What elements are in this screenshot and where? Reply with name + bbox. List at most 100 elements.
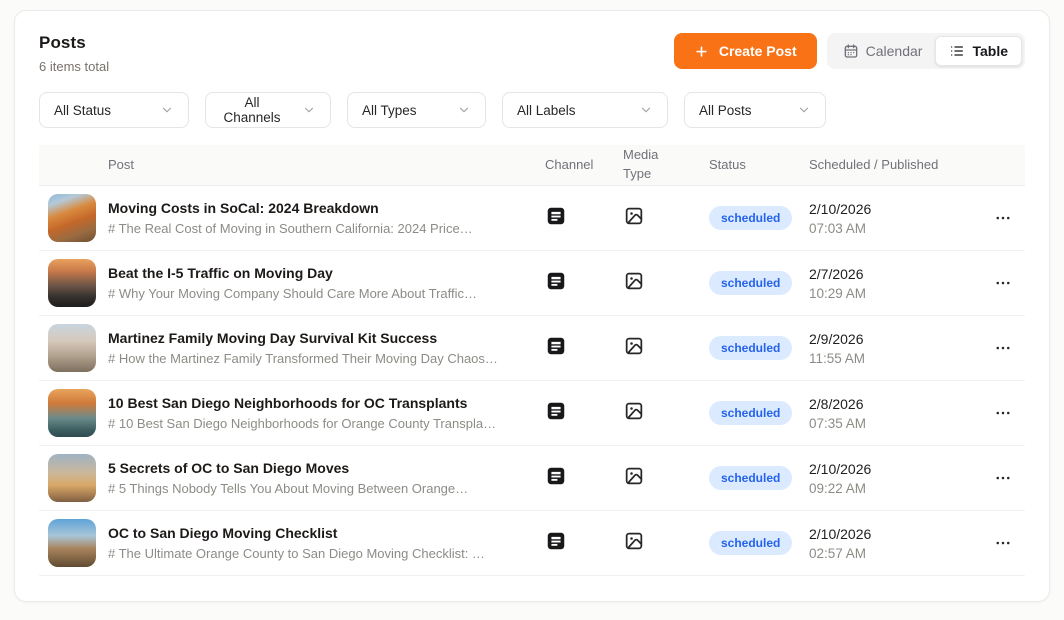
media-type-cell [623, 335, 709, 362]
filter-channels-label: All Channels [220, 95, 284, 125]
status-cell: scheduled [709, 466, 809, 490]
post-title: Moving Costs in SoCal: 2024 Breakdown [108, 200, 473, 216]
chevron-down-icon [457, 103, 471, 117]
column-header-scheduled: Scheduled / Published [809, 156, 981, 175]
media-type-cell [623, 530, 709, 557]
create-post-button[interactable]: Create Post [674, 33, 817, 69]
image-icon [623, 400, 645, 422]
post-subtitle: # The Real Cost of Moving in Southern Ca… [108, 221, 473, 236]
calendar-label: Calendar [866, 43, 923, 59]
post-cell: 10 Best San Diego Neighborhoods for OC T… [39, 381, 545, 445]
coastal-sunset-thumbnail [48, 389, 96, 437]
scheduled-cell: 2/10/2026 02:57 AM [809, 526, 981, 561]
scheduled-date: 2/8/2026 [809, 396, 981, 412]
scheduled-time: 09:22 AM [809, 481, 981, 496]
post-title: 5 Secrets of OC to San Diego Moves [108, 460, 468, 476]
table-row[interactable]: 10 Best San Diego Neighborhoods for OC T… [39, 381, 1025, 446]
post-cell: Martinez Family Moving Day Survival Kit … [39, 316, 545, 380]
title-block: Posts 6 items total [39, 33, 109, 74]
filter-posts[interactable]: All Posts [684, 92, 826, 128]
panel-header: Posts 6 items total Create Post Calendar [39, 33, 1025, 74]
row-menu-button[interactable] [988, 463, 1018, 493]
post-title: Martinez Family Moving Day Survival Kit … [108, 330, 498, 346]
calendar-view-button[interactable]: Calendar [830, 36, 936, 66]
channel-cell [545, 205, 623, 232]
beach-sunset-thumbnail [48, 454, 96, 502]
coastal-highway-thumbnail [48, 519, 96, 567]
actions-cell [981, 528, 1025, 558]
filter-channels[interactable]: All Channels [205, 92, 331, 128]
scheduled-cell: 2/10/2026 07:03 AM [809, 201, 981, 236]
highway-dusk-thumbnail [48, 259, 96, 307]
filter-status[interactable]: All Status [39, 92, 189, 128]
channel-cell [545, 465, 623, 492]
channel-cell [545, 400, 623, 427]
post-text: Martinez Family Moving Day Survival Kit … [108, 330, 498, 366]
media-type-cell [623, 465, 709, 492]
status-badge: scheduled [709, 206, 792, 230]
post-subtitle: # The Ultimate Orange County to San Dieg… [108, 546, 485, 561]
row-menu-button[interactable] [988, 333, 1018, 363]
post-subtitle: # 10 Best San Diego Neighborhoods for Or… [108, 416, 496, 431]
posts-table: Post Channel Media Type Status Scheduled… [39, 145, 1025, 576]
image-icon [623, 270, 645, 292]
actions-cell [981, 398, 1025, 428]
plus-icon [694, 44, 709, 59]
posts-panel: Posts 6 items total Create Post Calendar [14, 10, 1050, 602]
post-text: 10 Best San Diego Neighborhoods for OC T… [108, 395, 496, 431]
post-title: Beat the I-5 Traffic on Moving Day [108, 265, 477, 281]
row-menu-button[interactable] [988, 398, 1018, 428]
actions-cell [981, 268, 1025, 298]
table-row[interactable]: Moving Costs in SoCal: 2024 Breakdown # … [39, 186, 1025, 251]
filter-labels[interactable]: All Labels [502, 92, 668, 128]
chevron-down-icon [639, 103, 653, 117]
table-row[interactable]: Beat the I-5 Traffic on Moving Day # Why… [39, 251, 1025, 316]
scheduled-time: 07:35 AM [809, 416, 981, 431]
scheduled-cell: 2/7/2026 10:29 AM [809, 266, 981, 301]
table-header-row: Post Channel Media Type Status Scheduled… [39, 145, 1025, 186]
channel-cell [545, 335, 623, 362]
scheduled-date: 2/10/2026 [809, 201, 981, 217]
filter-types[interactable]: All Types [347, 92, 486, 128]
filters-bar: All Status All Channels All Types All La… [39, 92, 1025, 128]
post-text: 5 Secrets of OC to San Diego Moves # 5 T… [108, 460, 468, 496]
status-cell: scheduled [709, 271, 809, 295]
ellipsis-icon [994, 469, 1012, 487]
table-row[interactable]: OC to San Diego Moving Checklist # The U… [39, 511, 1025, 576]
article-icon [545, 465, 567, 487]
row-menu-button[interactable] [988, 203, 1018, 233]
row-menu-button[interactable] [988, 528, 1018, 558]
row-menu-button[interactable] [988, 268, 1018, 298]
filter-types-label: All Types [362, 103, 417, 118]
table-row[interactable]: 5 Secrets of OC to San Diego Moves # 5 T… [39, 446, 1025, 511]
view-toggle: Calendar Table [827, 33, 1025, 69]
filter-labels-label: All Labels [517, 103, 576, 118]
scheduled-cell: 2/8/2026 07:35 AM [809, 396, 981, 431]
items-count: 6 items total [39, 59, 109, 74]
family-street-thumbnail [48, 324, 96, 372]
post-cell: Beat the I-5 Traffic on Moving Day # Why… [39, 251, 545, 315]
scheduled-time: 02:57 AM [809, 546, 981, 561]
channel-cell [545, 530, 623, 557]
column-header-post: Post [39, 156, 545, 175]
scheduled-time: 07:03 AM [809, 221, 981, 236]
image-icon [623, 465, 645, 487]
actions-cell [981, 203, 1025, 233]
column-header-channel: Channel [545, 156, 623, 175]
table-body: Moving Costs in SoCal: 2024 Breakdown # … [39, 186, 1025, 576]
table-row[interactable]: Martinez Family Moving Day Survival Kit … [39, 316, 1025, 381]
post-cell: Moving Costs in SoCal: 2024 Breakdown # … [39, 186, 545, 250]
column-header-status: Status [709, 156, 809, 175]
header-actions: Create Post Calendar Table [674, 33, 1025, 69]
status-badge: scheduled [709, 466, 792, 490]
table-view-button[interactable]: Table [935, 36, 1022, 66]
article-icon [545, 530, 567, 552]
article-icon [545, 400, 567, 422]
image-icon [623, 205, 645, 227]
scheduled-date: 2/10/2026 [809, 461, 981, 477]
calendar-icon [843, 43, 859, 59]
post-subtitle: # Why Your Moving Company Should Care Mo… [108, 286, 477, 301]
page-title: Posts [39, 33, 109, 53]
scheduled-cell: 2/10/2026 09:22 AM [809, 461, 981, 496]
status-cell: scheduled [709, 336, 809, 360]
